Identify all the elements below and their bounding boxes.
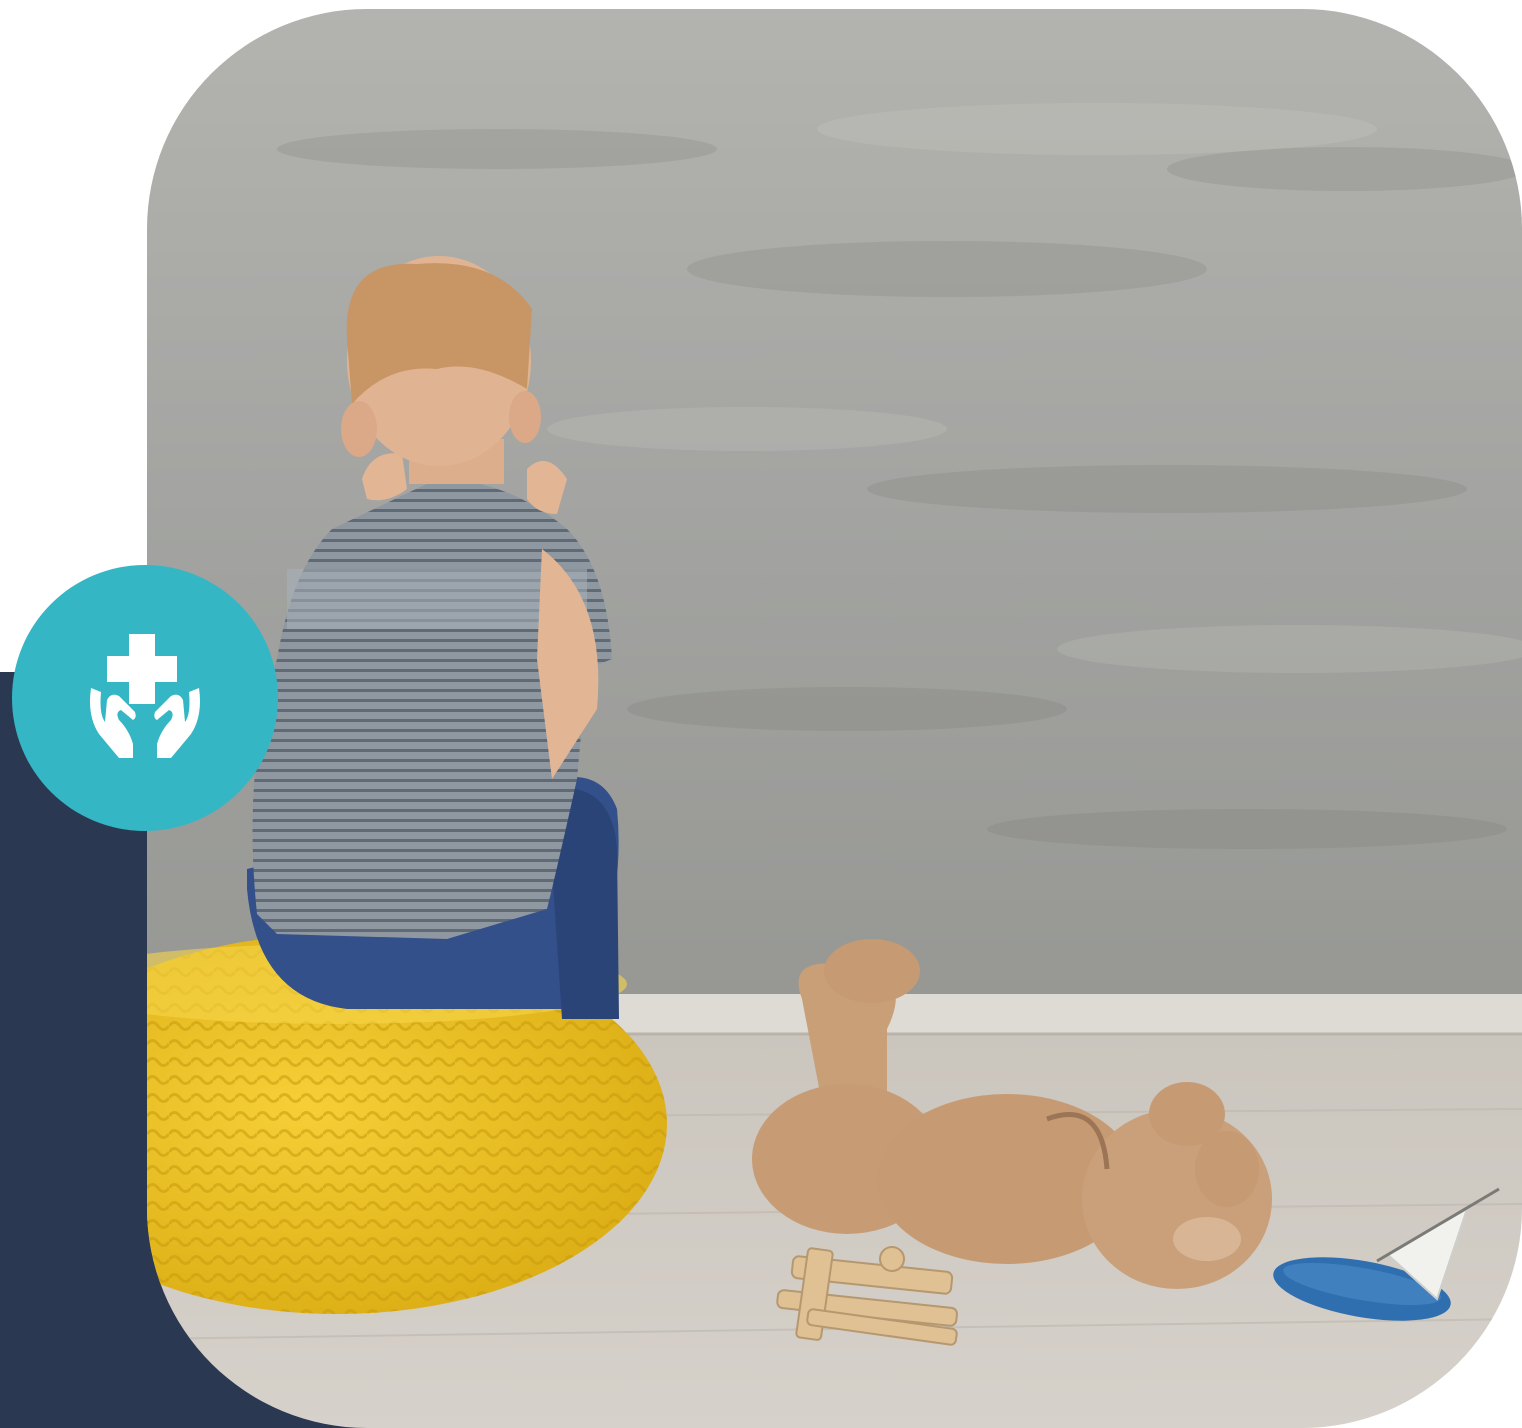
medical-badge xyxy=(12,565,278,831)
page xyxy=(0,0,1522,1428)
child-sitting-on-pouf-photo xyxy=(147,9,1522,1428)
medical-care-hands-icon xyxy=(85,626,205,771)
